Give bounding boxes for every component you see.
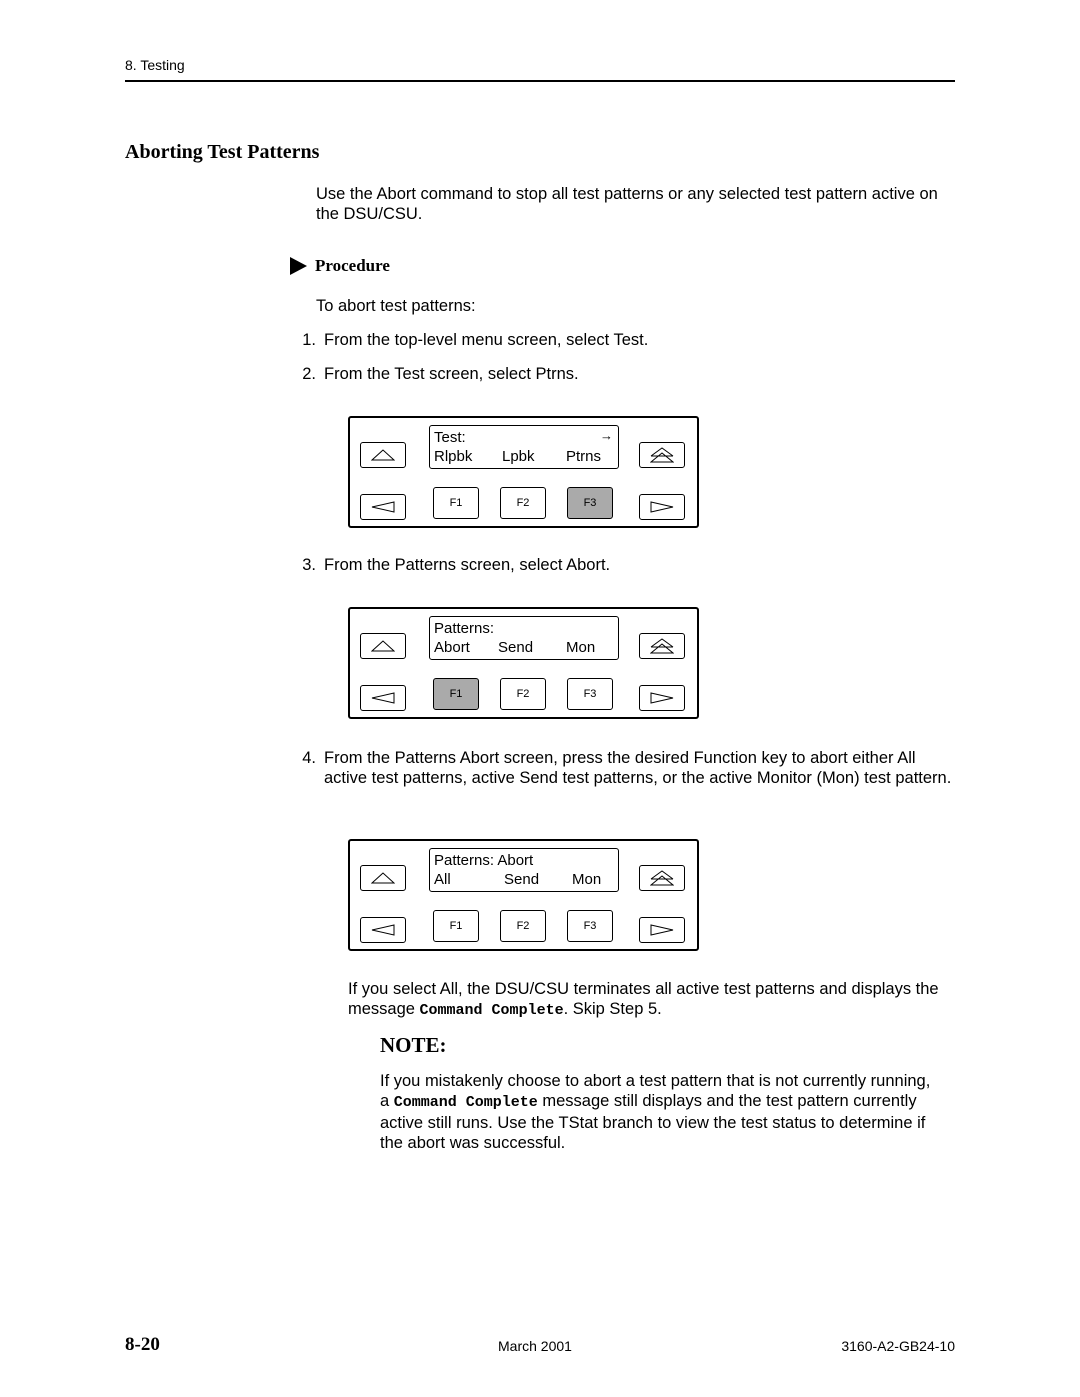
- lcd-display: Patterns: Abort Send Mon: [429, 616, 619, 660]
- lcd-display: Test: → Rlpbk Lpbk Ptrns: [429, 425, 619, 469]
- step-4: 4. From the Patterns Abort screen, press …: [302, 749, 952, 787]
- front-panel-patterns: Patterns: Abort Send Mon F1 F2 F3: [348, 607, 699, 719]
- right-arrow-button[interactable]: [639, 917, 685, 943]
- footer-date: March 2001: [498, 1338, 572, 1354]
- top-menu-button[interactable]: [639, 633, 685, 659]
- right-arrow-button[interactable]: [639, 494, 685, 520]
- f2-key[interactable]: F2: [500, 678, 546, 710]
- right-arrow-button[interactable]: [639, 685, 685, 711]
- header-rule: [125, 80, 955, 82]
- up-arrow-button[interactable]: [360, 633, 406, 659]
- front-panel-test: Test: → Rlpbk Lpbk Ptrns F1 F2 F3: [348, 416, 699, 528]
- footer-doc-number: 3160-A2-GB24-10: [841, 1338, 955, 1354]
- f3-key[interactable]: F3: [567, 678, 613, 710]
- f2-key[interactable]: F2: [500, 487, 546, 519]
- f3-key[interactable]: F3: [567, 487, 613, 519]
- left-arrow-button[interactable]: [360, 685, 406, 711]
- section-title: Aborting Test Patterns: [125, 141, 320, 163]
- left-arrow-button[interactable]: [360, 494, 406, 520]
- left-arrow-button[interactable]: [360, 917, 406, 943]
- top-menu-button[interactable]: [639, 865, 685, 891]
- f1-key[interactable]: F1: [433, 910, 479, 942]
- f1-key[interactable]: F1: [433, 678, 479, 710]
- page-number: 8-20: [125, 1334, 160, 1355]
- note-heading: NOTE:: [380, 1033, 447, 1057]
- lcd-display: Patterns: Abort All Send Mon: [429, 848, 619, 892]
- step-1: 1. From the top-level menu screen, select…: [302, 331, 649, 349]
- note-paragraph: If you mistakenly choose to abort a test…: [380, 1072, 931, 1152]
- step-3: 3. From the Patterns screen, select Abort…: [302, 556, 611, 574]
- procedure-label: Procedure: [315, 256, 390, 275]
- front-panel-patterns-abort: Patterns: Abort All Send Mon F1 F2 F3: [348, 839, 699, 951]
- up-arrow-button[interactable]: [360, 442, 406, 468]
- f3-key[interactable]: F3: [567, 910, 613, 942]
- after-paragraph: If you select All, the DSU/CSU terminate…: [348, 980, 939, 1019]
- procedure-lead: To abort test patterns:: [316, 297, 476, 315]
- step-2: 2. From the Test screen, select Ptrns.: [302, 365, 579, 383]
- f1-key[interactable]: F1: [433, 487, 479, 519]
- up-arrow-button[interactable]: [360, 865, 406, 891]
- triangle-bullet-icon: [290, 257, 307, 275]
- running-header: 8. Testing: [125, 57, 185, 73]
- intro-paragraph: Use the Abort command to stop all test p…: [316, 185, 938, 223]
- procedure-heading: Procedure: [290, 256, 390, 276]
- right-arrow-icon: →: [600, 428, 613, 443]
- top-menu-button[interactable]: [639, 442, 685, 468]
- document-page: 8. Testing Aborting Test Patterns Use th…: [0, 0, 1080, 1397]
- f2-key[interactable]: F2: [500, 910, 546, 942]
